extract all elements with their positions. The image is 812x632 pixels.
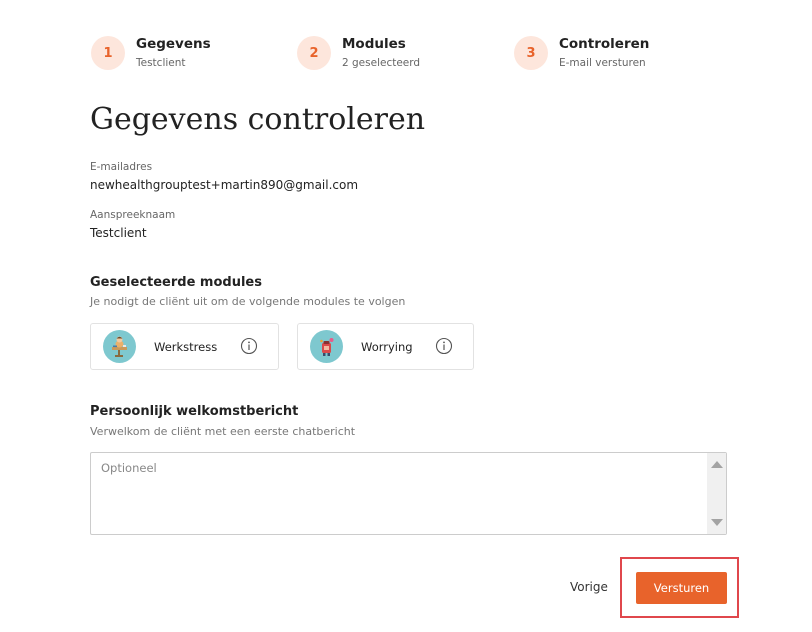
step-subtitle: 2 geselecteerd <box>342 57 421 69</box>
step-title: Controleren <box>559 36 650 52</box>
name-value: Testclient <box>90 226 147 240</box>
textarea-scrollbar[interactable] <box>707 453 726 534</box>
info-icon[interactable] <box>240 337 258 355</box>
step-title: Gegevens <box>136 36 211 52</box>
welcome-message-box <box>90 452 727 535</box>
scroll-down-arrow-icon[interactable] <box>707 514 726 531</box>
worrying-illustration-icon <box>310 330 343 363</box>
step-subtitle: E-mail versturen <box>559 57 646 69</box>
page-title: Gegevens controleren <box>90 102 426 137</box>
info-icon[interactable] <box>435 337 453 355</box>
welcome-message-textarea[interactable] <box>91 453 707 534</box>
welcome-section-subtitle: Verwelkom de cliënt met een eerste chatb… <box>90 425 356 438</box>
module-name: Werkstress <box>154 340 218 354</box>
module-card-worrying: Worrying <box>297 323 474 370</box>
step-subtitle: Testclient <box>136 57 186 69</box>
email-value: newhealthgrouptest+martin890@gmail.com <box>90 178 359 192</box>
send-button[interactable]: Versturen <box>636 572 727 604</box>
module-name: Worrying <box>361 340 413 354</box>
welcome-section-title: Persoonlijk welkomstbericht <box>90 404 299 419</box>
modules-section-subtitle: Je nodigt de cliënt uit om de volgende m… <box>90 295 406 308</box>
step-number-circle: 3 <box>514 36 548 70</box>
module-card-werkstress: Werkstress <box>90 323 279 370</box>
modules-section-title: Geselecteerde modules <box>90 275 262 290</box>
email-label: E-mailadres <box>90 161 153 173</box>
scroll-up-arrow-icon[interactable] <box>707 456 726 473</box>
previous-button[interactable]: Vorige <box>570 580 608 594</box>
step-number-circle: 1 <box>91 36 125 70</box>
step-title: Modules <box>342 36 406 52</box>
werkstress-illustration-icon <box>103 330 136 363</box>
name-label: Aanspreeknaam <box>90 209 176 221</box>
step-number-circle: 2 <box>297 36 331 70</box>
